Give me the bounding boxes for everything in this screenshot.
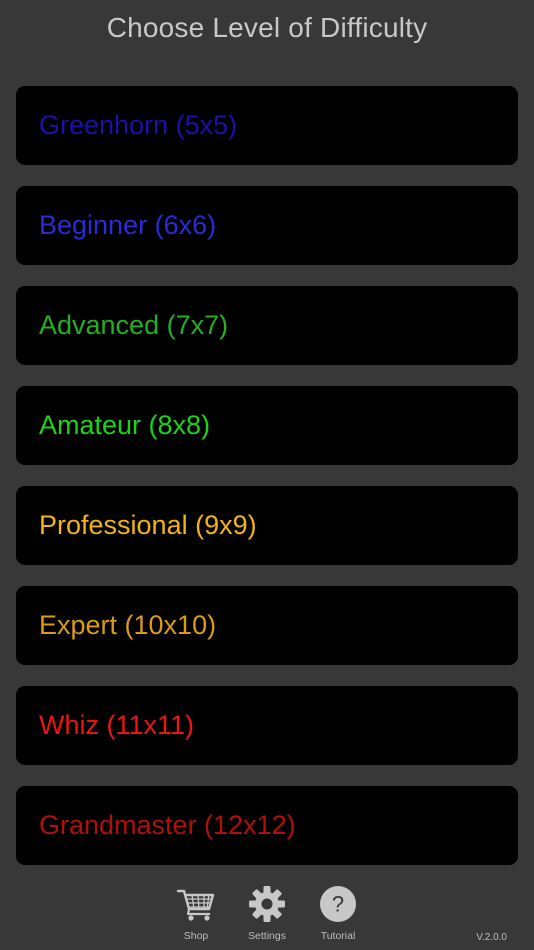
bottom-tab-bar: Shop Settings ? Tutorial — [0, 884, 534, 950]
level-button-expert[interactable]: Expert (10x10) — [16, 586, 518, 665]
level-label: Beginner (6x6) — [39, 210, 217, 240]
tutorial-label: Tutorial — [320, 930, 356, 942]
shop-button[interactable]: Shop — [161, 884, 231, 942]
level-button-greenhorn[interactable]: Greenhorn (5x5) — [16, 86, 518, 165]
version-label: V.2.0.0 — [476, 932, 507, 943]
shop-label: Shop — [183, 930, 209, 942]
level-label: Professional (9x9) — [39, 510, 257, 540]
tutorial-button[interactable]: ? Tutorial — [303, 884, 373, 942]
level-button-whiz[interactable]: Whiz (11x11) — [16, 686, 518, 765]
level-button-grandmaster[interactable]: Grandmaster (12x12) — [16, 786, 518, 865]
level-list: Greenhorn (5x5) Beginner (6x6) Advanced … — [16, 86, 518, 886]
level-label: Expert (10x10) — [39, 610, 217, 640]
cart-icon — [176, 889, 215, 921]
svg-text:?: ? — [332, 892, 344, 917]
question-icon: ? — [320, 886, 356, 922]
level-label: Greenhorn (5x5) — [39, 110, 238, 140]
level-button-professional[interactable]: Professional (9x9) — [16, 486, 518, 565]
gear-icon — [249, 886, 285, 922]
level-select-screen: Choose Level of Difficulty Greenhorn (5x… — [0, 0, 534, 950]
settings-label: Settings — [248, 930, 286, 942]
level-label: Grandmaster (12x12) — [39, 810, 296, 840]
level-button-amateur[interactable]: Amateur (8x8) — [16, 386, 518, 465]
settings-button[interactable]: Settings — [232, 884, 302, 942]
level-label: Amateur (8x8) — [39, 410, 211, 440]
level-label: Whiz (11x11) — [39, 710, 195, 740]
level-button-beginner[interactable]: Beginner (6x6) — [16, 186, 518, 265]
page-title: Choose Level of Difficulty — [106, 12, 428, 43]
level-label: Advanced (7x7) — [39, 310, 229, 340]
level-button-advanced[interactable]: Advanced (7x7) — [16, 286, 518, 365]
